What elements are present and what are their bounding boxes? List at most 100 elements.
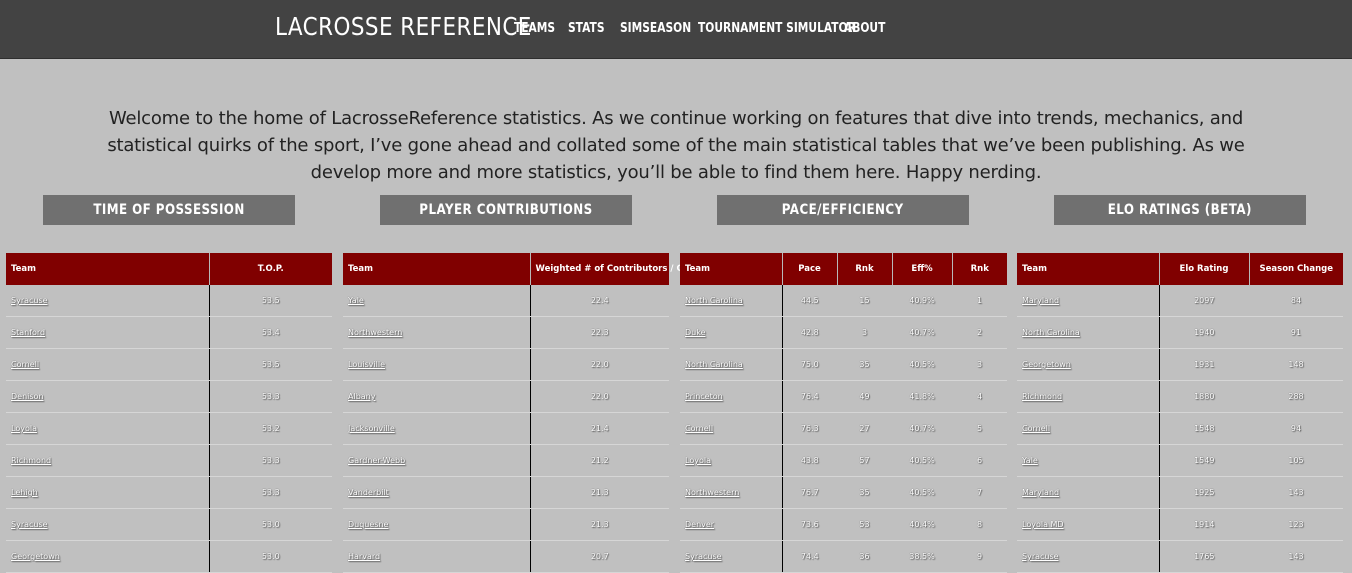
team-link[interactable]: Richmond — [6, 444, 210, 477]
table-cell: 15 — [837, 285, 892, 317]
table-cell: 75.0 — [782, 348, 837, 381]
team-link[interactable]: Jacksonville — [343, 412, 531, 445]
table-cell: 40.7% — [892, 316, 952, 349]
team-link[interactable]: Louisville — [343, 348, 531, 381]
team-link[interactable]: Denison — [6, 380, 210, 413]
table-cell: 35 — [837, 348, 892, 381]
column-header[interactable]: Elo Rating — [1159, 253, 1250, 285]
intro-text: Welcome to the home of LacrosseReference… — [107, 108, 1245, 183]
team-link[interactable]: Albany — [343, 380, 531, 413]
column-header[interactable]: Team — [343, 253, 531, 285]
team-link[interactable]: Vanderbilt — [343, 476, 531, 509]
table-cell: 73.6 — [782, 508, 837, 541]
column-header[interactable]: Pace — [782, 253, 838, 285]
table-cell: 40.5% — [892, 348, 952, 381]
team-link[interactable]: Lehigh — [6, 476, 210, 509]
table-row: Loyola MD 1914 123 — [1017, 508, 1343, 541]
column-header[interactable]: Rnk — [837, 253, 893, 285]
team-link[interactable]: Loyola MD — [1017, 508, 1160, 541]
team-link[interactable]: Loyola — [6, 412, 210, 445]
team-link[interactable]: North Carolina — [680, 285, 783, 317]
column-header[interactable]: T.O.P. — [209, 253, 332, 285]
nav-stats[interactable]: STATS — [568, 21, 605, 36]
table-row: Richmond 53.3 — [6, 444, 332, 477]
nav-teams[interactable]: TEAMS — [514, 21, 555, 36]
team-link[interactable]: North Carolina — [680, 348, 783, 381]
team-link[interactable]: Cornell — [1017, 412, 1160, 445]
table-cell: 21.3 — [530, 476, 669, 509]
team-link[interactable]: Northwestern — [343, 316, 531, 349]
table-row: Albany 22.0 — [343, 380, 669, 413]
table-row: Cornell 53.5 — [6, 348, 332, 381]
table-cell: 4 — [952, 380, 1007, 413]
column-header[interactable]: Eff% — [892, 253, 953, 285]
nav-about[interactable]: ABOUT — [844, 21, 885, 36]
table-cell: 21.3 — [530, 508, 669, 541]
table-row: Georgetown 1931 148 — [1017, 348, 1343, 381]
nav-simseason[interactable]: SIMSEASON — [620, 21, 691, 36]
team-link[interactable]: Syracuse — [6, 285, 210, 317]
time-of-possession-label: TIME OF POSSESSION — [93, 202, 245, 218]
team-link[interactable]: Loyola — [680, 444, 783, 477]
column-header[interactable]: Team — [1017, 253, 1160, 285]
team-link[interactable]: Cornell — [680, 412, 783, 445]
table-row: Northwestern 76.7 35 40.5% 7 — [680, 476, 1007, 509]
team-link[interactable]: Duke — [680, 316, 783, 349]
table-cell: 53.4 — [209, 316, 332, 349]
table-cell: 148 — [1249, 348, 1343, 381]
table-cell: 1549 — [1159, 444, 1249, 477]
table-cell: 41.8% — [892, 380, 952, 413]
table-cell: 21.2 — [530, 444, 669, 477]
team-link[interactable]: Cornell — [6, 348, 210, 381]
table-cell: 143 — [1249, 476, 1343, 509]
player-contributions-button[interactable]: PLAYER CONTRIBUTIONS — [380, 195, 632, 225]
column-header[interactable]: Team — [680, 253, 783, 285]
team-link[interactable]: Duquesne — [343, 508, 531, 541]
column-header[interactable]: Season Change — [1249, 253, 1343, 285]
team-link[interactable]: Denver — [680, 508, 783, 541]
table-cell: 91 — [1249, 316, 1343, 349]
site-logo-link[interactable]: LACROSSE REFERENCE — [275, 12, 532, 41]
table-cell: 22.3 — [530, 316, 669, 349]
table-cell: 8 — [952, 508, 1007, 541]
table-row: Duquesne 21.3 — [343, 508, 669, 541]
table-row: Northwestern 22.3 — [343, 316, 669, 349]
team-link[interactable]: Georgetown — [1017, 348, 1160, 381]
team-link[interactable]: Northwestern — [680, 476, 783, 509]
table-row: Richmond 1880 288 — [1017, 380, 1343, 413]
team-link[interactable]: Syracuse — [6, 508, 210, 541]
table-row: Gardner-Webb 21.2 — [343, 444, 669, 477]
team-link[interactable]: Princeton — [680, 380, 783, 413]
table-cell: 6 — [952, 444, 1007, 477]
table-cell: 1880 — [1159, 380, 1249, 413]
table-row: Loyola 43.8 57 40.5% 6 — [680, 444, 1007, 477]
table-cell: 7 — [952, 476, 1007, 509]
nav-tournament-simulator[interactable]: TOURNAMENT SIMULATOR — [698, 21, 856, 36]
team-link[interactable]: Gardner-Webb — [343, 444, 531, 477]
table-cell: 21.4 — [530, 412, 669, 445]
team-link[interactable]: Stanford — [6, 316, 210, 349]
team-link[interactable]: Maryland — [1017, 476, 1160, 509]
table-cell: 53.3 — [209, 476, 332, 509]
table-row: Syracuse 53.0 — [6, 508, 332, 541]
table-cell: 57 — [837, 444, 892, 477]
column-header[interactable]: Team — [6, 253, 210, 285]
column-header[interactable]: Rnk — [952, 253, 1007, 285]
pace-efficiency-button[interactable]: PACE/EFFICIENCY — [717, 195, 969, 225]
team-link[interactable]: Maryland — [1017, 285, 1160, 317]
player-contributions-label: PLAYER CONTRIBUTIONS — [419, 202, 593, 218]
column-header[interactable]: Weighted # of Contributors / Gm — [530, 253, 692, 285]
table-cell: 5 — [952, 412, 1007, 445]
table-cell: 40.4% — [892, 508, 952, 541]
table-cell: 43.8 — [782, 444, 837, 477]
time-of-possession-button[interactable]: TIME OF POSSESSION — [43, 195, 295, 225]
elo-ratings-button[interactable]: ELO RATINGS (BETA) — [1054, 195, 1306, 225]
table-cell: 76.3 — [782, 412, 837, 445]
table-cell: 53.0 — [209, 508, 332, 541]
team-link[interactable]: Yale — [343, 285, 531, 317]
team-link[interactable]: North Carolina — [1017, 316, 1160, 349]
table-cell: 1914 — [1159, 508, 1249, 541]
table-cell: 35 — [837, 476, 892, 509]
team-link[interactable]: Richmond — [1017, 380, 1160, 413]
team-link[interactable]: Yale — [1017, 444, 1160, 477]
